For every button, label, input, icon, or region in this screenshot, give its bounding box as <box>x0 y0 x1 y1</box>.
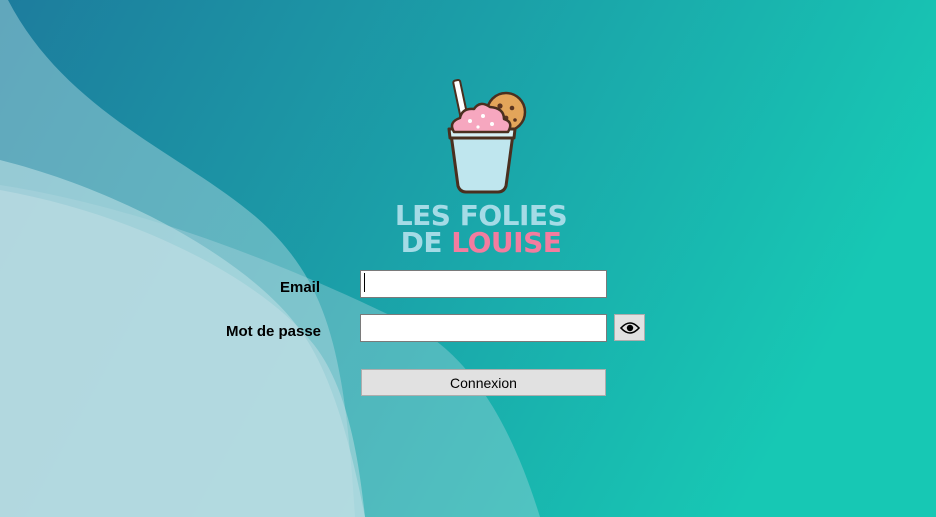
email-field[interactable] <box>360 270 607 298</box>
show-password-button[interactable] <box>614 314 645 341</box>
email-label: Email <box>280 279 321 296</box>
brand-name-louise: LOUISE <box>451 226 562 259</box>
eye-icon <box>619 321 640 334</box>
brand-name-prefix: DE <box>400 226 443 259</box>
password-label: Mot de passe <box>226 323 322 340</box>
connexion-button[interactable]: Connexion <box>361 369 606 396</box>
text-caret <box>364 273 365 292</box>
brand-name-line2: DE LOUISE <box>376 228 586 258</box>
password-field[interactable] <box>360 314 607 342</box>
